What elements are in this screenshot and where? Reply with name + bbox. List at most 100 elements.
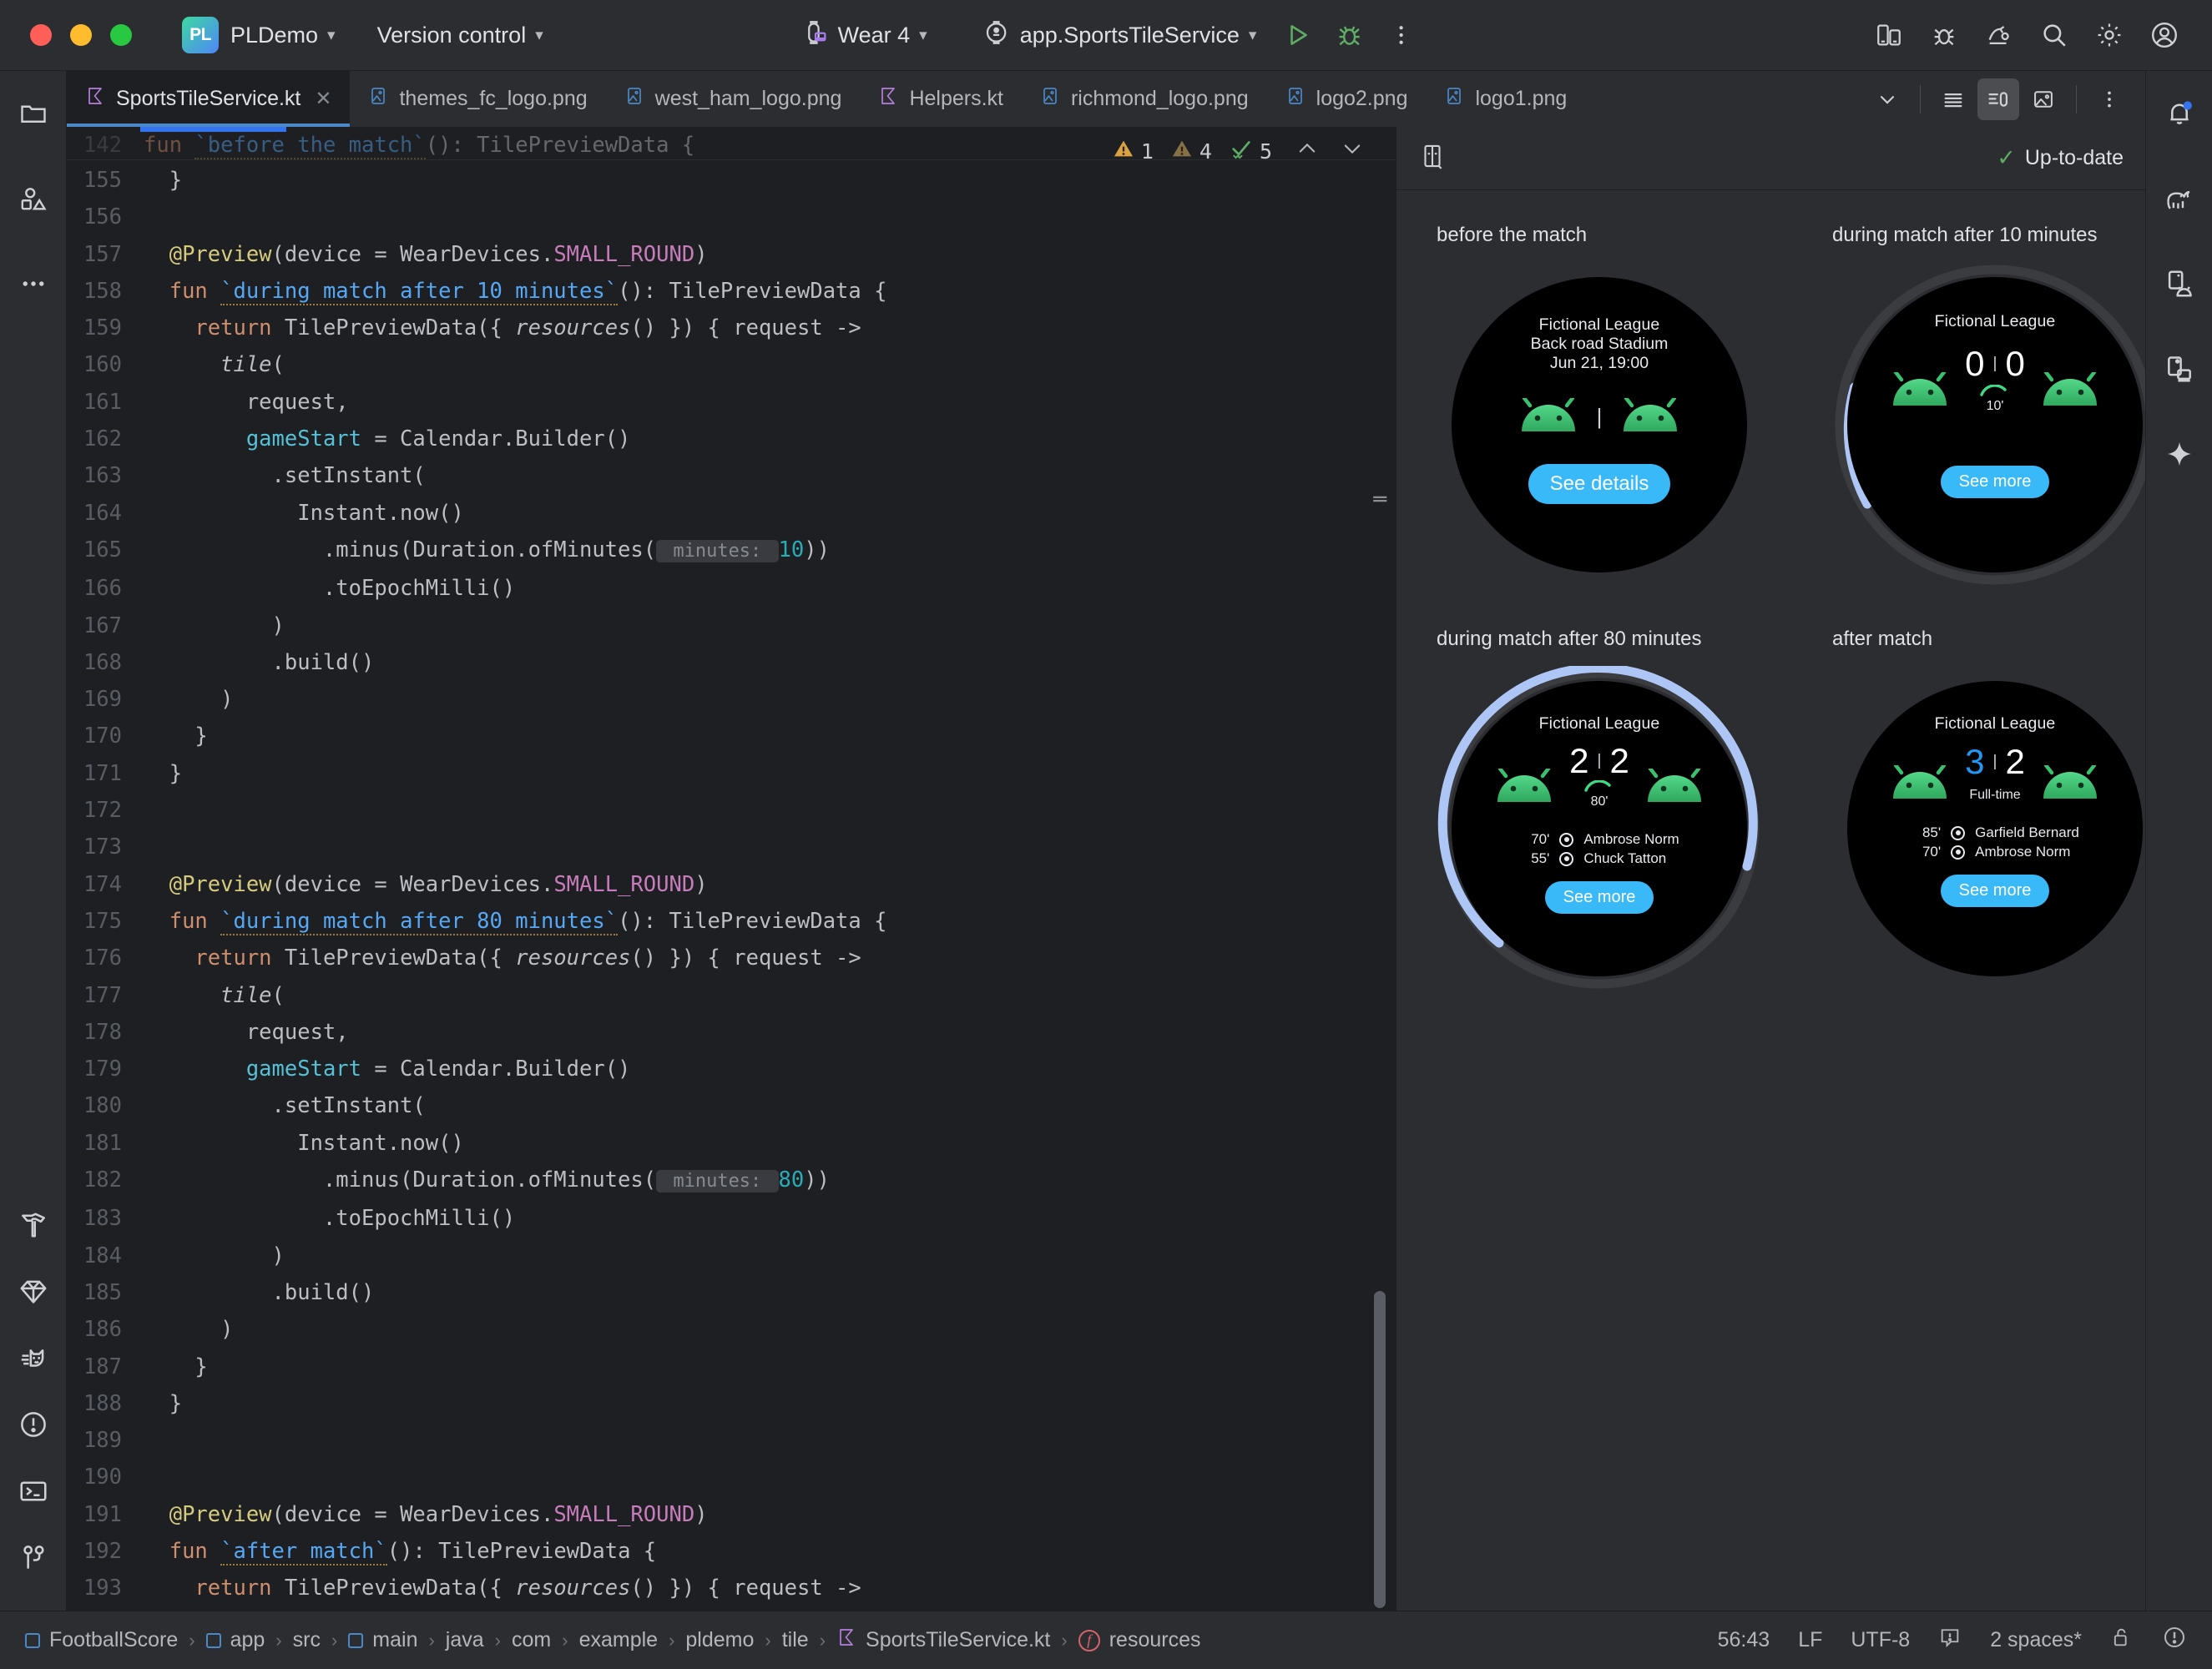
- breadcrumb-com[interactable]: com: [512, 1628, 551, 1652]
- editor-scrollbar-thumb[interactable]: [1374, 1291, 1386, 1608]
- running-devices-icon[interactable]: [2155, 260, 2204, 308]
- device-label: Wear 4: [837, 22, 911, 48]
- code-text[interactable]: 155 } 156 157 @Preview(device = WearDevi…: [67, 162, 1396, 1611]
- breadcrumb-function[interactable]: f resources: [1078, 1628, 1200, 1652]
- weak-warning-triangle-icon: [1170, 137, 1194, 165]
- see-details-button[interactable]: See details: [1528, 464, 1671, 504]
- device-manager-icon[interactable]: [1866, 13, 1912, 58]
- breadcrumb-main[interactable]: main: [348, 1628, 417, 1652]
- tab-themes-fc-logo[interactable]: themes_fc_logo.png: [350, 71, 605, 127]
- logcat-icon[interactable]: [1977, 13, 2022, 58]
- breadcrumb-label: SportsTileService.kt: [866, 1628, 1051, 1651]
- code-content[interactable]: 155 } 156 157 @Preview(device = WearDevi…: [67, 127, 1396, 1611]
- run-configuration-selector[interactable]: app.SportsTileService ▾: [971, 13, 1269, 58]
- device-selector[interactable]: Wear 4 ▾: [789, 13, 939, 58]
- watch-preview[interactable]: Fictional League 3 | 2 Full-time 85' Gar…: [1832, 666, 2145, 991]
- close-icon[interactable]: ✕: [315, 87, 331, 111]
- maximize-window-button[interactable]: [110, 24, 132, 46]
- run-button[interactable]: [1275, 13, 1320, 58]
- previous-problem-button[interactable]: [1289, 137, 1326, 165]
- breadcrumb-pldemo[interactable]: pldemo: [685, 1628, 754, 1652]
- tab-logo1[interactable]: logo1.png: [1426, 71, 1585, 127]
- breadcrumb-footballscore[interactable]: FootballScore: [25, 1628, 178, 1652]
- device-manager-icon[interactable]: [2155, 345, 2204, 393]
- preview-status[interactable]: ✓ Up-to-date: [1997, 145, 2124, 171]
- commit-shapes-icon[interactable]: [9, 174, 58, 223]
- tab-sportstileservice[interactable]: SportsTileService.kt ✕: [67, 71, 351, 127]
- goal-scorers-list: 70' Ambrose Norm 55' Chuck Tatton: [1519, 831, 1679, 870]
- tab-richmond-logo[interactable]: richmond_logo.png: [1022, 71, 1267, 127]
- more-vertical-icon[interactable]: [2088, 78, 2130, 120]
- notifications-bell-icon[interactable]: [2155, 89, 2204, 138]
- build-hammer-icon[interactable]: [9, 1200, 58, 1248]
- breadcrumb-java[interactable]: java: [446, 1628, 484, 1652]
- warning-circle-icon[interactable]: [2162, 1625, 2187, 1656]
- breadcrumb-app[interactable]: app: [205, 1628, 265, 1652]
- ok-count[interactable]: 5: [1229, 137, 1272, 165]
- inspection-mode-icon[interactable]: [1938, 1626, 1962, 1655]
- see-more-button[interactable]: See more: [1940, 875, 2050, 907]
- gradle-elephant-icon[interactable]: [2155, 174, 2204, 223]
- see-more-button[interactable]: See more: [1544, 881, 1654, 914]
- watch-preview[interactable]: Fictional League 2 | 2 80' 70' Ambrose N…: [1437, 666, 1762, 991]
- indent-setting[interactable]: 2 spaces*: [1990, 1628, 2082, 1652]
- breadcrumb-tile[interactable]: tile: [782, 1628, 809, 1652]
- warnings-count[interactable]: 1: [1112, 137, 1154, 165]
- tab-bar-controls: [1851, 71, 2145, 127]
- minimize-window-button[interactable]: [70, 24, 92, 46]
- breadcrumb-label: example: [578, 1628, 659, 1651]
- window-controls[interactable]: [0, 24, 132, 46]
- project-name-dropdown[interactable]: PLDemo ▾: [219, 17, 347, 54]
- see-more-button[interactable]: See more: [1940, 466, 2050, 498]
- tab-logo2[interactable]: logo2.png: [1267, 71, 1427, 127]
- home-score: 2: [1569, 741, 1589, 780]
- preview-row: during match after 80 minutes Fictional …: [1437, 628, 2143, 991]
- gemini-sparkle-icon[interactable]: [2155, 430, 2204, 478]
- kotlin-file-icon: [878, 86, 898, 112]
- search-icon[interactable]: [2032, 13, 2077, 58]
- code-only-view-button[interactable]: [1932, 78, 1974, 120]
- file-encoding[interactable]: UTF-8: [1851, 1628, 1910, 1652]
- breadcrumb-file[interactable]: SportsTileService.kt: [836, 1627, 1050, 1653]
- gemini-diamond-icon[interactable]: [9, 1267, 58, 1315]
- preview-tile-label: before the match: [1437, 224, 1588, 246]
- weak-warnings-count[interactable]: 4: [1170, 137, 1212, 165]
- goal-minute: 70': [1531, 831, 1550, 847]
- git-branch-icon[interactable]: [9, 1534, 58, 1582]
- watch-preview[interactable]: Fictional League Back road Stadium Jun 2…: [1437, 262, 1762, 587]
- account-icon[interactable]: [2142, 13, 2187, 58]
- close-window-button[interactable]: [30, 24, 52, 46]
- cat-assistant-icon[interactable]: [9, 1334, 58, 1382]
- breadcrumb-example[interactable]: example: [579, 1628, 659, 1652]
- chevron-right-icon: ›: [494, 1629, 501, 1651]
- gear-icon[interactable]: [2087, 13, 2132, 58]
- problems-icon[interactable]: [9, 1400, 58, 1449]
- version-control-dropdown[interactable]: Version control ▾: [366, 17, 555, 54]
- tab-west-ham-logo[interactable]: west_ham_logo.png: [606, 71, 861, 127]
- run-more-options-button[interactable]: [1378, 13, 1423, 58]
- match-minute: 10': [1986, 399, 2004, 413]
- chevron-down-icon: ▾: [535, 26, 543, 44]
- tab-helpers[interactable]: Helpers.kt: [860, 71, 1022, 127]
- score-divider: |: [1992, 752, 1997, 770]
- split-view-button[interactable]: [1977, 78, 2019, 120]
- project-name-label: PLDemo: [230, 22, 319, 48]
- weak-warnings-count-label: 4: [1199, 139, 1212, 164]
- chevron-down-icon[interactable]: [1866, 78, 1908, 120]
- terminal-icon[interactable]: [9, 1467, 58, 1515]
- design-only-view-button[interactable]: [2023, 78, 2064, 120]
- more-dots-icon[interactable]: [9, 260, 58, 308]
- chevron-down-icon: ▾: [327, 26, 336, 44]
- project-folder-icon[interactable]: [9, 89, 58, 138]
- preview-layout-icon[interactable]: [1418, 142, 1447, 174]
- inspections-widget[interactable]: 1 4 5: [1112, 137, 1371, 165]
- debug-button[interactable]: [1326, 13, 1371, 58]
- watch-preview[interactable]: Fictional League 0 | 0 10' See more: [1832, 262, 2145, 587]
- caret-position[interactable]: 56:43: [1718, 1628, 1770, 1652]
- unlock-icon[interactable]: [2110, 1626, 2134, 1655]
- next-problem-button[interactable]: [1334, 137, 1371, 165]
- line-separator[interactable]: LF: [1798, 1628, 1822, 1652]
- breadcrumb-src[interactable]: src: [293, 1628, 321, 1652]
- profiler-icon[interactable]: [1922, 13, 1967, 58]
- code-editor[interactable]: 142 fun `before the match`(): TilePreview…: [67, 127, 1396, 1611]
